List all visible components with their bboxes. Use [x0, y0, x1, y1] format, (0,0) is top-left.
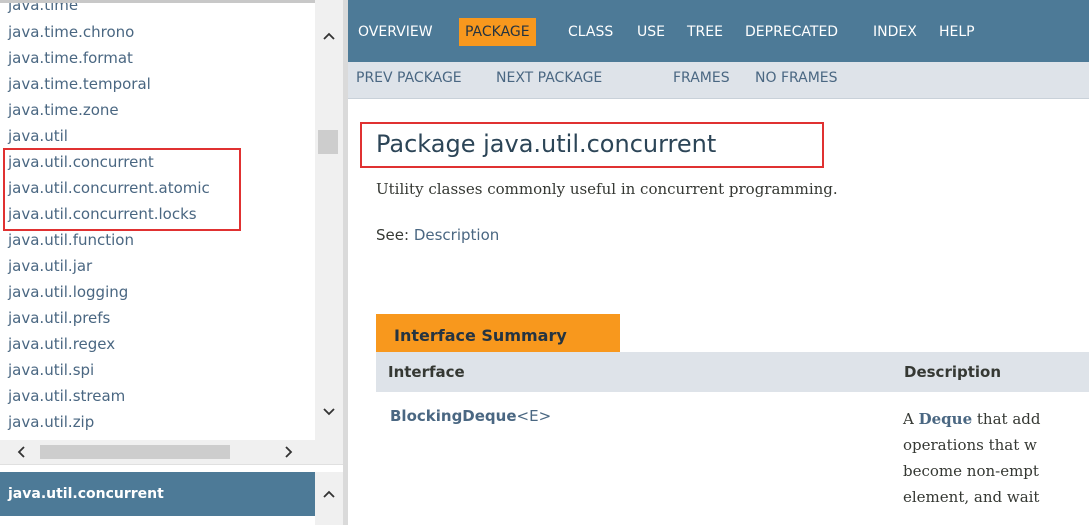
package-description: Utility classes commonly useful in concu…	[376, 180, 838, 198]
package-link-java-util-regex[interactable]: java.util.regex	[8, 331, 115, 357]
nav-index[interactable]: INDEX	[873, 18, 917, 46]
package-list: java.time java.time.chrono java.time.for…	[0, 0, 315, 440]
package-link-java-util-logging[interactable]: java.util.logging	[8, 279, 128, 305]
description-link[interactable]: Description	[414, 226, 499, 244]
interface-name[interactable]: BlockingDeque	[390, 407, 517, 425]
packages-frame: java.time java.time.chrono java.time.for…	[0, 0, 348, 525]
chevron-up-icon[interactable]	[315, 482, 343, 506]
package-link-java-util-spi[interactable]: java.util.spi	[8, 357, 94, 383]
package-link-java-util-concurrent[interactable]: java.util.concurrent	[8, 149, 154, 175]
summary-table-header: Interface Description	[376, 352, 1089, 392]
row-description-line: become non-empt	[903, 462, 1039, 480]
nav-deprecated[interactable]: DEPRECATED	[745, 18, 838, 46]
frame-top-border	[0, 0, 348, 3]
frames-link[interactable]: FRAMES	[673, 70, 730, 86]
scrollbar-thumb[interactable]	[318, 130, 338, 154]
package-link-java-util-function[interactable]: java.util.function	[8, 227, 134, 253]
chevron-up-icon[interactable]	[315, 24, 343, 48]
chevron-left-icon[interactable]	[8, 440, 34, 464]
type-parameter: <E>	[516, 407, 552, 425]
top-navbar: OVERVIEW PACKAGE CLASS USE TREE DEPRECAT…	[348, 0, 1089, 62]
package-link-java-time-temporal[interactable]: java.time.temporal	[8, 71, 151, 97]
package-link-java-util[interactable]: java.util	[8, 123, 68, 149]
nav-class[interactable]: CLASS	[568, 18, 613, 46]
description-text: that add	[972, 410, 1041, 428]
package-link-java-util-concurrent-locks[interactable]: java.util.concurrent.locks	[8, 201, 197, 227]
package-link-java-util-prefs[interactable]: java.util.prefs	[8, 305, 110, 331]
classes-frame-header[interactable]: java.util.concurrent	[0, 472, 315, 516]
sub-navbar: PREV PACKAGE NEXT PACKAGE FRAMES NO FRAM…	[348, 62, 1089, 99]
package-link-java-time-chrono[interactable]: java.time.chrono	[8, 19, 134, 45]
see-label: See:	[376, 226, 410, 244]
package-content-frame: OVERVIEW PACKAGE CLASS USE TREE DEPRECAT…	[348, 0, 1089, 525]
row-description-line: operations that w	[903, 436, 1037, 454]
nav-use[interactable]: USE	[637, 18, 665, 46]
package-link-java-time-zone[interactable]: java.time.zone	[8, 97, 119, 123]
no-frames-link[interactable]: NO FRAMES	[755, 70, 838, 86]
row-description-line: element, and wait	[903, 488, 1040, 506]
interface-summary-caption: Interface Summary	[376, 314, 620, 352]
package-list-horizontal-scrollbar[interactable]	[0, 440, 315, 464]
next-package-link[interactable]: NEXT PACKAGE	[496, 70, 602, 86]
deque-link[interactable]: Deque	[919, 410, 973, 428]
package-link-java-time-format[interactable]: java.time.format	[8, 45, 133, 71]
chevron-down-icon[interactable]	[315, 400, 343, 424]
package-link-java-util-jar[interactable]: java.util.jar	[8, 253, 92, 279]
nav-overview[interactable]: OVERVIEW	[358, 18, 433, 46]
nav-tree[interactable]: TREE	[687, 18, 723, 46]
package-link-partial[interactable]: . . . . . . . . . .	[8, 433, 99, 440]
column-header-description: Description	[904, 363, 1002, 381]
nav-package: PACKAGE	[459, 18, 536, 46]
see-also-line: See: Description	[376, 226, 499, 244]
frame-splitter[interactable]	[0, 464, 348, 471]
column-header-interface: Interface	[388, 363, 465, 381]
package-link-java-util-concurrent-atomic[interactable]: java.util.concurrent.atomic	[8, 175, 210, 201]
row-description-line: A Deque that add	[903, 410, 1040, 428]
package-link-java-util-zip[interactable]: java.util.zip	[8, 409, 94, 435]
chevron-right-icon[interactable]	[276, 440, 302, 464]
prev-package-link[interactable]: PREV PACKAGE	[356, 70, 462, 86]
scrollbar-thumb[interactable]	[40, 445, 230, 459]
description-text: A	[903, 410, 914, 428]
table-row: BlockingDeque<E> A Deque that add operat…	[376, 392, 1089, 525]
package-link-java-util-stream[interactable]: java.util.stream	[8, 383, 125, 409]
package-list-vertical-scrollbar[interactable]	[315, 0, 343, 440]
classes-frame-vertical-scrollbar[interactable]	[315, 472, 343, 525]
page-title: Package java.util.concurrent	[376, 130, 717, 158]
nav-help[interactable]: HELP	[939, 18, 975, 46]
scrollbar-corner	[315, 440, 343, 464]
interface-link-blocking-deque[interactable]: BlockingDeque<E>	[390, 407, 551, 425]
